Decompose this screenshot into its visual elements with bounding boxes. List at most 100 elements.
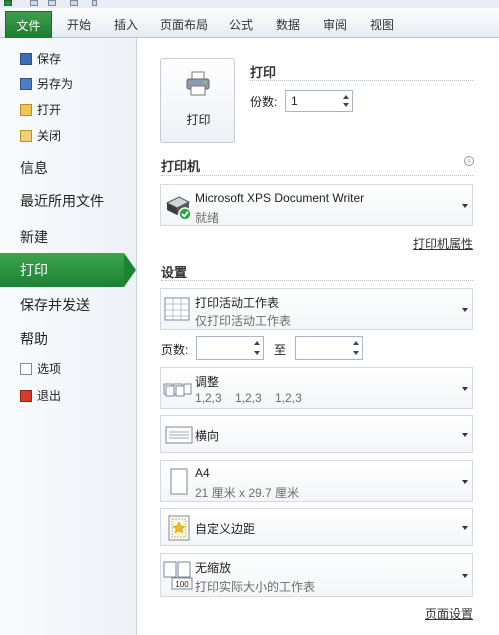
print-button[interactable]: 打印 xyxy=(160,58,235,143)
ribbon-tab-row: 文件 开始 插入 页面布局 公式 数据 审阅 视图 xyxy=(0,8,499,39)
active-sheet-icon xyxy=(164,297,190,321)
orientation-value: 横向 xyxy=(195,429,220,443)
printer-section-title: 打印机 xyxy=(161,159,201,174)
nav-print-highlight xyxy=(0,253,124,287)
pages-from-down-arrow-icon[interactable] xyxy=(254,351,260,355)
landscape-orientation-icon xyxy=(165,426,193,444)
nav-save-as[interactable]: 另存为 xyxy=(20,74,73,94)
print-scope-title: 打印活动工作表 xyxy=(195,296,280,310)
printer-dropdown-caret-icon xyxy=(462,204,468,208)
tab-page-layout[interactable]: 页面布局 xyxy=(158,14,210,36)
scaling-select[interactable]: 100 无缩放 打印实际大小的工作表 xyxy=(160,553,473,597)
print-header: 打印 xyxy=(250,65,277,80)
tab-insert[interactable]: 插入 xyxy=(110,14,142,36)
orientation-caret-icon xyxy=(462,433,468,437)
tab-file[interactable]: 文件 xyxy=(5,11,52,39)
printer-name: Microsoft XPS Document Writer xyxy=(195,191,365,205)
nav-open-label: 打开 xyxy=(37,103,62,117)
pages-to-up-arrow-icon[interactable] xyxy=(353,341,359,345)
print-scope-select[interactable]: 打印活动工作表 仅打印活动工作表 xyxy=(160,288,473,330)
tab-view[interactable]: 视图 xyxy=(366,14,398,36)
collate-caret-icon xyxy=(462,387,468,391)
tab-data[interactable]: 数据 xyxy=(272,14,304,36)
paper-size-subtitle: 21 厘米 x 29.7 厘米 xyxy=(195,486,300,500)
copies-value[interactable]: 1 xyxy=(291,94,298,108)
scaling-badge: 100 xyxy=(175,580,189,589)
nav-save-label: 保存 xyxy=(37,52,62,66)
customize-quick-icon[interactable] xyxy=(92,0,97,6)
nav-save-send[interactable]: 保存并发送 xyxy=(20,292,90,318)
nav-open[interactable]: 打开 xyxy=(20,100,61,120)
printer-select[interactable]: Microsoft XPS Document Writer 就绪 xyxy=(160,184,473,226)
save-as-icon xyxy=(20,78,32,90)
print-scope-subtitle: 仅打印活动工作表 xyxy=(195,314,292,328)
tab-home[interactable]: 开始 xyxy=(63,14,95,36)
paper-size-select[interactable]: A4 21 厘米 x 29.7 厘米 xyxy=(160,460,473,502)
save-icon xyxy=(20,53,32,65)
collate-title: 调整 xyxy=(195,375,220,389)
custom-margins-icon xyxy=(168,515,190,541)
pages-to-label: 至 xyxy=(274,343,287,357)
nav-exit-label: 退出 xyxy=(37,389,62,403)
printer-status: 就绪 xyxy=(195,211,220,225)
margins-select[interactable]: 自定义边距 xyxy=(160,508,473,546)
nav-close[interactable]: 关闭 xyxy=(20,126,61,146)
pages-to-spinner[interactable] xyxy=(295,336,363,360)
backstage-nav: 保存 另存为 打开 关闭 信息 最近所用文件 新建 打印 保存并发送 帮助 选项… xyxy=(0,38,137,635)
nav-print-pointer xyxy=(124,253,136,287)
open-folder-icon xyxy=(20,104,32,116)
copies-up-arrow-icon[interactable] xyxy=(343,95,349,99)
print-header-divider xyxy=(250,80,473,81)
nav-exit[interactable]: 退出 xyxy=(20,386,61,406)
info-icon[interactable]: i xyxy=(464,156,474,166)
scaling-caret-icon xyxy=(462,574,468,578)
save-quick-icon[interactable] xyxy=(30,0,38,6)
copies-down-arrow-icon[interactable] xyxy=(343,103,349,107)
nav-options[interactable]: 选项 xyxy=(20,359,61,379)
nav-close-label: 关闭 xyxy=(37,129,62,143)
exit-icon xyxy=(20,390,32,402)
nav-new[interactable]: 新建 xyxy=(20,224,48,250)
redo-quick-icon[interactable] xyxy=(70,0,78,6)
pages-from-up-arrow-icon[interactable] xyxy=(254,341,260,345)
paper-size-icon xyxy=(170,468,188,495)
undo-quick-icon[interactable] xyxy=(48,0,56,6)
scaling-title: 无缩放 xyxy=(195,561,232,575)
collate-select[interactable]: 调整 1,2,3 1,2,3 1,2,3 xyxy=(160,367,473,409)
nav-recent[interactable]: 最近所用文件 xyxy=(20,188,104,214)
nav-options-label: 选项 xyxy=(37,362,62,376)
orientation-select[interactable]: 横向 xyxy=(160,415,473,453)
print-panel: 打印 打印 份数: 1 打印机 i Microsoft XPS Document… xyxy=(138,38,499,635)
print-button-label: 打印 xyxy=(186,113,211,127)
options-icon xyxy=(20,363,32,375)
pages-from-spinner[interactable] xyxy=(196,336,264,360)
settings-section-title: 设置 xyxy=(161,265,188,280)
printer-ready-icon xyxy=(165,196,192,221)
print-scope-caret-icon xyxy=(462,308,468,312)
nav-save[interactable]: 保存 xyxy=(20,49,61,69)
nav-info[interactable]: 信息 xyxy=(20,155,48,181)
paper-size-title: A4 xyxy=(195,466,210,480)
collate-subtitle: 1,2,3 1,2,3 1,2,3 xyxy=(195,391,302,405)
no-scaling-icon: 100 xyxy=(163,561,193,590)
paper-size-caret-icon xyxy=(462,480,468,484)
tab-review[interactable]: 审阅 xyxy=(319,14,351,36)
copies-spinner[interactable]: 1 xyxy=(285,90,353,112)
copies-label: 份数: xyxy=(250,95,278,109)
nav-print[interactable]: 打印 xyxy=(0,253,136,287)
pages-to-down-arrow-icon[interactable] xyxy=(353,351,359,355)
page-setup-link[interactable]: 页面设置 xyxy=(425,605,473,622)
printer-properties-link[interactable]: 打印机属性 xyxy=(413,235,473,252)
nav-help[interactable]: 帮助 xyxy=(20,326,48,352)
excel-app-icon xyxy=(4,0,12,6)
collate-icon xyxy=(163,383,192,397)
settings-section-divider xyxy=(161,280,473,281)
nav-print-label: 打印 xyxy=(20,262,48,278)
margins-caret-icon xyxy=(462,526,468,530)
tab-formulas[interactable]: 公式 xyxy=(225,14,257,36)
margins-value: 自定义边距 xyxy=(195,522,256,536)
title-bar xyxy=(0,0,499,8)
printer-icon xyxy=(186,71,210,96)
printer-section-divider xyxy=(161,175,473,176)
pages-label: 页数: xyxy=(161,343,189,357)
